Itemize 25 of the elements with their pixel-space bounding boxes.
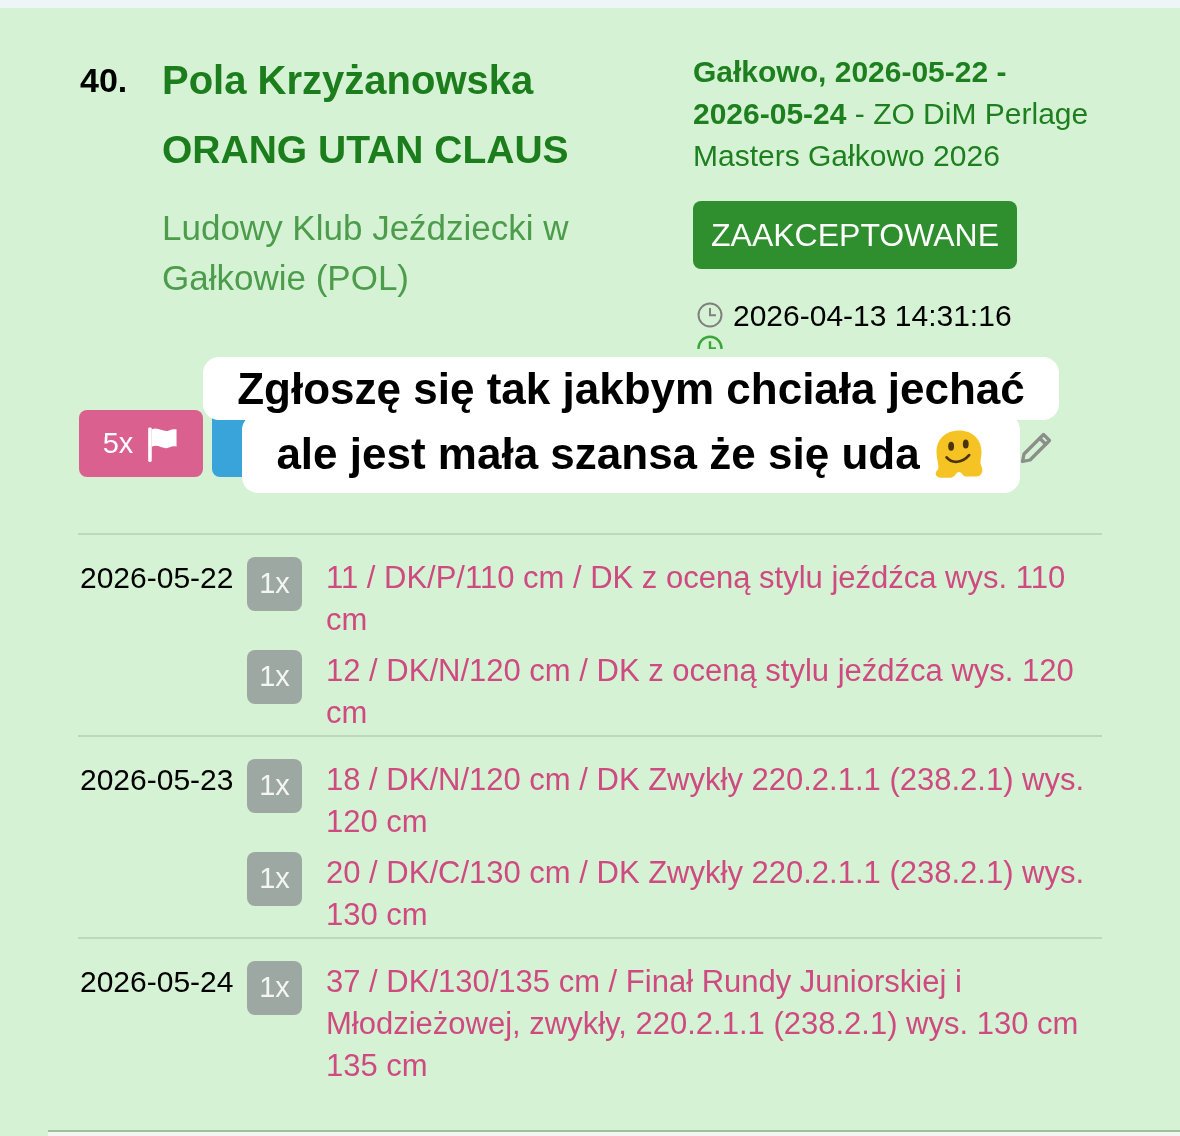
count-badge: 1x bbox=[247, 961, 302, 1015]
day-date: 2026-05-23 bbox=[80, 763, 234, 796]
horse-name: ORANG UTAN CLAUS bbox=[162, 127, 569, 173]
day-date: 2026-05-24 bbox=[80, 965, 234, 998]
count-badge: 1x bbox=[247, 759, 302, 813]
rider-name: Pola Krzyżanowska bbox=[162, 57, 534, 104]
class-name: 37 / DK/130/135 cm / Finał Rundy Juniorskiej i Młodzieżowej, zwykły, 220.2.1.1 (238.2.1) wys. 130 cm 135 cm bbox=[326, 963, 1080, 1085]
status-label: ZAAKCEPTOWANE bbox=[693, 201, 1018, 269]
pencil-icon[interactable] bbox=[1018, 430, 1054, 466]
class-name: 18 / DK/N/120 cm / DK Zwykły 220.2.1.1 (238.2.1) wys. 120 cm bbox=[326, 761, 1086, 841]
count-badge: 1x bbox=[247, 557, 302, 611]
event-info: Gałkowo, 2026-05-22 - 2026-05-24 - ZO DiM Perlage Masters Gałkowo 2026 bbox=[693, 54, 1089, 174]
class-name: 12 / DK/N/120 cm / DK z oceną stylu jeźdźca wys. 120 cm bbox=[326, 652, 1075, 732]
count-badge: 1x bbox=[247, 852, 302, 906]
class-name: 11 / DK/P/110 cm / DK z oceną stylu jeźdźca wys. 110 cm bbox=[326, 559, 1067, 639]
count-badge: 1x bbox=[247, 650, 302, 704]
day-date: 2026-05-22 bbox=[80, 561, 234, 594]
caption-text: Zgłoszę się tak jakbym chciała jechać bbox=[203, 357, 1059, 420]
count-label: 5x bbox=[102, 425, 134, 461]
club-name: Ludowy Klub Jeździecki w Gałkowie (POL) bbox=[162, 207, 570, 299]
entry-number: 40. bbox=[80, 60, 129, 101]
class-name: 20 / DK/C/130 cm / DK Zwykły 220.2.1.1 (238.2.1) wys. 130 cm bbox=[326, 854, 1086, 934]
flag-icon bbox=[145, 425, 180, 462]
caption-text: ale jest mała szansa że się uda bbox=[276, 427, 920, 480]
timestamp: 2026-04-13 14:31:16 bbox=[733, 297, 1012, 334]
